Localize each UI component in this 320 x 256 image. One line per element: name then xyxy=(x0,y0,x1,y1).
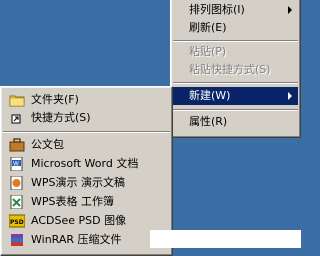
menu-item-label: 快捷方式(S) xyxy=(31,111,91,124)
submenu-arrow-icon xyxy=(288,6,292,14)
desktop-context-menu: 排列图标(I) 刷新(E) 粘贴(P) 粘贴快捷方式(S) 新建(W) 属性(R… xyxy=(170,0,301,138)
folder-icon xyxy=(9,93,25,107)
submenu-item-winrar[interactable]: WinRAR 压缩文件 xyxy=(3,231,170,249)
svg-text:PSD: PSD xyxy=(10,219,24,226)
shortcut-icon xyxy=(9,111,25,125)
menu-separator xyxy=(173,82,298,84)
menu-separator xyxy=(173,40,298,42)
menu-separator xyxy=(173,109,298,111)
menu-item-paste-shortcut[interactable]: 粘贴快捷方式(S) xyxy=(173,61,298,79)
new-submenu: 文件夹(F) 快捷方式(S) 公文包 W Microsoft Word 文档 W… xyxy=(0,86,173,256)
svg-text:W: W xyxy=(13,161,19,168)
menu-item-label: Microsoft Word 文档 xyxy=(31,157,139,170)
submenu-item-wps-spreadsheet[interactable]: WPS表格 工作簿 xyxy=(3,193,170,211)
submenu-item-folder[interactable]: 文件夹(F) xyxy=(3,91,170,109)
menu-item-label: 新建(W) xyxy=(189,89,231,102)
submenu-item-briefcase[interactable]: 公文包 xyxy=(3,136,170,154)
desktop-window-edge xyxy=(150,230,301,248)
menu-item-label: 粘贴(P) xyxy=(189,45,227,58)
menu-item-arrange-icons[interactable]: 排列图标(I) xyxy=(173,1,298,19)
submenu-item-psd[interactable]: PSD ACDSee PSD 图像 xyxy=(3,212,170,230)
menu-item-label: 刷新(E) xyxy=(189,21,227,34)
menu-item-label: 属性(R) xyxy=(189,115,228,128)
wps-spreadsheet-icon xyxy=(9,195,25,209)
menu-item-properties[interactable]: 属性(R) xyxy=(173,113,298,131)
menu-item-label: 排列图标(I) xyxy=(189,3,245,16)
menu-item-label: 粘贴快捷方式(S) xyxy=(189,63,271,76)
word-document-icon: W xyxy=(9,157,25,171)
menu-item-label: WinRAR 压缩文件 xyxy=(31,233,122,246)
menu-item-refresh[interactable]: 刷新(E) xyxy=(173,19,298,37)
submenu-item-word[interactable]: W Microsoft Word 文档 xyxy=(3,155,170,173)
submenu-item-shortcut[interactable]: 快捷方式(S) xyxy=(3,109,170,127)
menu-separator xyxy=(3,131,170,133)
wps-presentation-icon xyxy=(9,176,25,190)
menu-item-label: WPS表格 工作簿 xyxy=(31,195,114,208)
menu-item-new[interactable]: 新建(W) xyxy=(173,87,298,105)
psd-image-icon: PSD xyxy=(9,214,25,228)
winrar-archive-icon xyxy=(9,233,25,247)
menu-item-label: 文件夹(F) xyxy=(31,93,79,106)
menu-item-label: ACDSee PSD 图像 xyxy=(31,214,127,227)
menu-item-paste[interactable]: 粘贴(P) xyxy=(173,43,298,61)
submenu-arrow-icon xyxy=(288,92,292,100)
submenu-item-wps-presentation[interactable]: WPS演示 演示文稿 xyxy=(3,174,170,192)
menu-item-label: WPS演示 演示文稿 xyxy=(31,176,125,189)
menu-item-label: 公文包 xyxy=(31,138,64,151)
briefcase-icon xyxy=(9,138,25,152)
